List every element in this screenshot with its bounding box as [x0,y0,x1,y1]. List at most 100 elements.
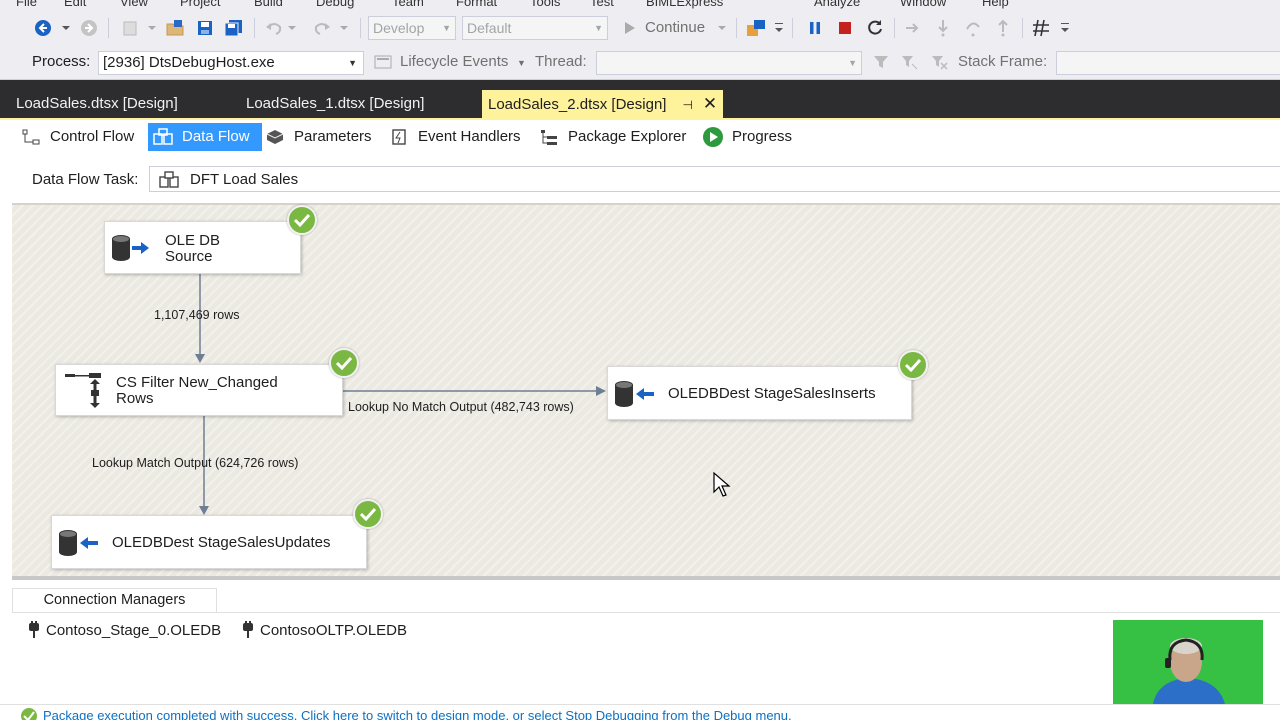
flag-filter-icon [898,50,920,74]
redo-icon [310,16,334,40]
open-file-icon[interactable] [164,16,188,40]
menu-file[interactable]: File [16,0,37,9]
save-icon[interactable] [194,16,216,40]
attach-icon[interactable] [744,16,768,40]
tab-progress[interactable]: Progress [702,123,792,151]
menu-test[interactable]: Test [590,0,614,9]
play-icon [620,16,640,40]
success-check-icon [353,499,383,529]
plug-icon [243,621,253,638]
cs-filter-node[interactable]: CS Filter New_Changed Rows [55,364,343,416]
process-label: Process: [32,53,91,70]
database-destination-icon [615,381,654,407]
event-handlers-icon [388,127,410,147]
tab-data-flow[interactable]: Data Flow [148,123,262,151]
close-icon[interactable]: ✕ [703,94,717,113]
tab-loadsales[interactable]: LoadSales.dtsx [Design] [10,90,184,118]
standard-toolbar: Develop ▼ Default ▼ Continue [0,10,1280,46]
data-flow-task-label: Data Flow Task: [32,171,139,188]
database-destination-icon [59,530,98,556]
plug-icon [29,621,39,638]
connection-manager-item[interactable]: ContosoOLTP.OLEDB [242,621,407,639]
pause-icon[interactable] [804,16,826,40]
clear-flags-icon [928,50,950,74]
menu-bimlexpress[interactable]: BIMLExpress [646,0,723,9]
show-next-statement-icon [902,16,924,40]
chevron-down-icon [146,16,158,40]
data-flow-task-combo[interactable]: DFT Load Sales [149,166,1280,192]
connection-managers-panel: Connection Managers Contoso_Stage_0.OLED… [0,580,1280,704]
tab-package-explorer[interactable]: Package Explorer [538,123,686,151]
node-title: OLEDBDest StageSalesUpdates [112,534,331,551]
navigate-back-icon[interactable] [32,16,54,40]
chevron-down-icon: ▼ [517,58,526,68]
process-combo[interactable]: [2936] DtsDebugHost.exe ▼ [98,51,364,75]
success-check-icon [329,348,359,378]
stack-frame-label: Stack Frame: [958,53,1048,70]
thread-combo: ▼ [596,51,862,75]
chevron-down-icon [338,16,350,40]
continue-button: Continue [645,19,706,36]
tab-parameters[interactable]: Parameters [264,123,372,151]
chevron-down-icon[interactable] [1058,16,1072,40]
menu-analyze[interactable]: Analyze [814,0,860,9]
save-all-icon[interactable] [222,16,246,40]
restart-icon[interactable] [864,16,886,40]
data-flow-task-icon [159,171,179,188]
data-flow-task-row: Data Flow Task: DFT Load Sales [0,154,1280,200]
new-project-icon [118,16,142,40]
tab-event-handlers[interactable]: Event Handlers [388,123,521,151]
data-flow-icon [152,127,174,147]
menu-bar: File Edit View Project Build Debug Team … [0,0,1280,10]
menu-project[interactable]: Project [180,0,220,9]
menu-view[interactable]: View [120,0,148,9]
parameters-icon [264,127,286,147]
navigate-forward-icon [78,16,100,40]
oledb-dest-updates-node[interactable]: OLEDBDest StageSalesUpdates [51,515,367,569]
menu-tools[interactable]: Tools [530,0,560,9]
lifecycle-events-icon [372,50,394,74]
node-title: CS Filter New_Changed Rows [116,374,278,407]
menu-build[interactable]: Build [254,0,283,9]
row-count-no-match: Lookup No Match Output (482,743 rows) [348,400,574,414]
tab-control-flow[interactable]: Control Flow [20,123,134,151]
document-tab-well: LoadSales.dtsx [Design] LoadSales_1.dtsx… [0,90,1280,118]
success-check-icon [21,708,37,720]
chevron-down-icon[interactable] [60,16,72,40]
chevron-down-icon [286,16,298,40]
ole-db-source-node[interactable]: OLE DB Source [104,221,301,274]
tab-loadsales-1[interactable]: LoadSales_1.dtsx [Design] [240,90,430,118]
step-into-icon [932,16,954,40]
pin-icon[interactable]: ⊣ [682,98,692,112]
menu-help[interactable]: Help [982,0,1009,9]
control-flow-icon [20,127,42,147]
row-count-source: 1,107,469 rows [154,308,240,322]
mouse-pointer-icon [713,472,731,497]
status-message[interactable]: Package execution completed with success… [43,708,792,720]
chevron-down-icon[interactable] [772,16,786,40]
webcam-overlay [1113,620,1263,704]
tab-connection-managers[interactable]: Connection Managers [12,588,217,612]
solution-platform-combo: Default ▼ [462,16,608,40]
tab-loadsales-2[interactable]: LoadSales_2.dtsx [Design] ⊣ ✕ [482,90,724,118]
debug-location-toolbar: Process: [2936] DtsDebugHost.exe ▼ Lifecy… [0,46,1280,80]
menu-team[interactable]: Team [392,0,424,9]
menu-format[interactable]: Format [456,0,497,9]
database-source-icon [112,235,149,261]
stack-frame-combo [1056,51,1280,75]
filter-icon [870,50,892,74]
menu-debug[interactable]: Debug [316,0,354,9]
menu-window[interactable]: Window [900,0,946,9]
designer-tab-bar: Control Flow Data Flow Parameters Event … [0,120,1280,154]
success-check-icon [898,350,928,380]
status-bar[interactable]: Package execution completed with success… [0,704,1280,720]
node-title: OLE DB Source [165,232,221,265]
chevron-down-icon [716,16,728,40]
menu-edit[interactable]: Edit [64,0,86,9]
solution-configuration-combo: Develop ▼ [368,16,456,40]
connection-manager-item[interactable]: Contoso_Stage_0.OLEDB [28,621,221,639]
hex-display-icon[interactable] [1030,16,1052,40]
package-explorer-icon [538,127,560,147]
oledb-dest-inserts-node[interactable]: OLEDBDest StageSalesInserts [607,366,912,420]
stop-icon[interactable] [834,16,856,40]
